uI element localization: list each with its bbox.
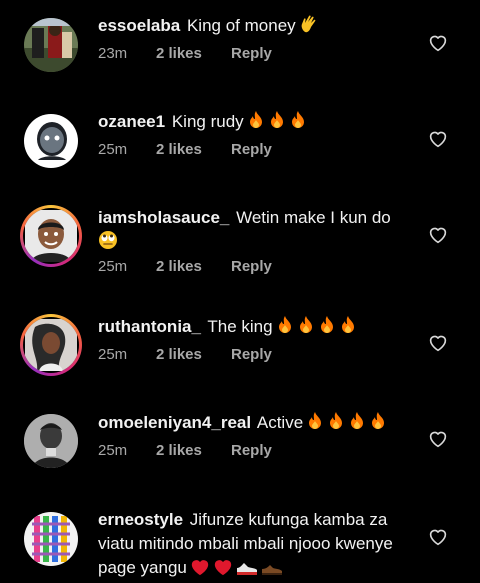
- fire-emoji-icon: [289, 110, 307, 137]
- avatar[interactable]: [24, 512, 78, 566]
- sneaker-emoji-icon: [236, 559, 258, 583]
- like-heart-icon[interactable]: [428, 334, 448, 352]
- fire-emoji-icon: [369, 411, 387, 438]
- comment-time: 25m: [98, 141, 128, 158]
- avatar-story-ring[interactable]: [20, 205, 82, 267]
- comment-username[interactable]: ruthantonia_: [98, 317, 201, 336]
- like-heart-icon[interactable]: [428, 528, 448, 546]
- fire-emoji-icon: [327, 411, 345, 438]
- wave-emoji-icon: [299, 14, 319, 41]
- comment-text: essoelaba King of money: [98, 14, 408, 41]
- reply-button[interactable]: Reply: [231, 45, 272, 62]
- eye-roll-emoji-icon: [98, 230, 118, 257]
- comment-username[interactable]: ozanee1: [98, 112, 165, 131]
- comment-time: 23m: [98, 45, 128, 62]
- red-heart-emoji-icon: [190, 558, 210, 583]
- comment-username[interactable]: omoeleniyan4_real: [98, 413, 251, 432]
- comment-likes[interactable]: 2 likes: [156, 346, 231, 363]
- comment-username[interactable]: iamsholasauce_: [98, 208, 229, 227]
- avatar-image: [24, 512, 78, 566]
- fire-emoji-icon: [297, 315, 315, 342]
- comment-meta: 25m 2 likes Reply: [98, 442, 272, 459]
- comment-time: 25m: [98, 258, 128, 275]
- comment-text: iamsholasauce_ Wetin make I kun do: [98, 206, 408, 257]
- like-heart-icon[interactable]: [428, 226, 448, 244]
- comment-text: erneostyle Jifunze kufunga kamba za viat…: [98, 508, 408, 583]
- avatar-image: [24, 414, 78, 468]
- comment-body: Wetin make I kun do: [236, 208, 391, 227]
- avatar: [23, 208, 79, 264]
- red-heart-emoji-icon: [213, 558, 233, 583]
- avatar[interactable]: [24, 414, 78, 468]
- comment-text: omoeleniyan4_real Active: [98, 411, 408, 438]
- comment-time: 25m: [98, 442, 128, 459]
- comment-username[interactable]: erneostyle: [98, 510, 183, 529]
- comment-meta: 25m 2 likes Reply: [98, 258, 272, 275]
- fire-emoji-icon: [306, 411, 324, 438]
- fire-emoji-icon: [339, 315, 357, 342]
- fire-emoji-icon: [318, 315, 336, 342]
- avatar-story-ring[interactable]: [20, 314, 82, 376]
- comment-likes[interactable]: 2 likes: [156, 141, 231, 158]
- avatar-image: [25, 210, 77, 262]
- like-heart-icon[interactable]: [428, 34, 448, 52]
- avatar-image: [25, 319, 77, 371]
- fire-emoji-icon: [276, 315, 294, 342]
- comment-body: The king: [207, 317, 273, 336]
- shoe-emoji-icon: [261, 559, 283, 583]
- avatar[interactable]: [24, 18, 78, 72]
- comment-meta: 25m 2 likes Reply: [98, 141, 272, 158]
- fire-emoji-icon: [247, 110, 265, 137]
- comment-body: King of money: [186, 16, 296, 35]
- reply-button[interactable]: Reply: [231, 442, 272, 459]
- reply-button[interactable]: Reply: [231, 346, 272, 363]
- comment-likes[interactable]: 2 likes: [156, 258, 231, 275]
- comment-likes[interactable]: 2 likes: [156, 45, 231, 62]
- reply-button[interactable]: Reply: [231, 258, 272, 275]
- comment-body: King rudy: [171, 112, 244, 131]
- avatar-image: [24, 18, 78, 72]
- comment-likes[interactable]: 2 likes: [156, 442, 231, 459]
- comment-meta: 25m 2 likes Reply: [98, 346, 272, 363]
- avatar[interactable]: [24, 114, 78, 168]
- comment-text: ozanee1 King rudy: [98, 110, 408, 137]
- comment-time: 25m: [98, 346, 128, 363]
- comment-body: Active: [256, 413, 304, 432]
- reply-button[interactable]: Reply: [231, 141, 272, 158]
- comment-text: ruthantonia_ The king: [98, 315, 408, 342]
- comment-username[interactable]: essoelaba: [98, 16, 180, 35]
- fire-emoji-icon: [348, 411, 366, 438]
- avatar: [23, 317, 79, 373]
- avatar-image: [24, 114, 78, 168]
- like-heart-icon[interactable]: [428, 430, 448, 448]
- like-heart-icon[interactable]: [428, 130, 448, 148]
- comment-meta: 23m 2 likes Reply: [98, 45, 272, 62]
- fire-emoji-icon: [268, 110, 286, 137]
